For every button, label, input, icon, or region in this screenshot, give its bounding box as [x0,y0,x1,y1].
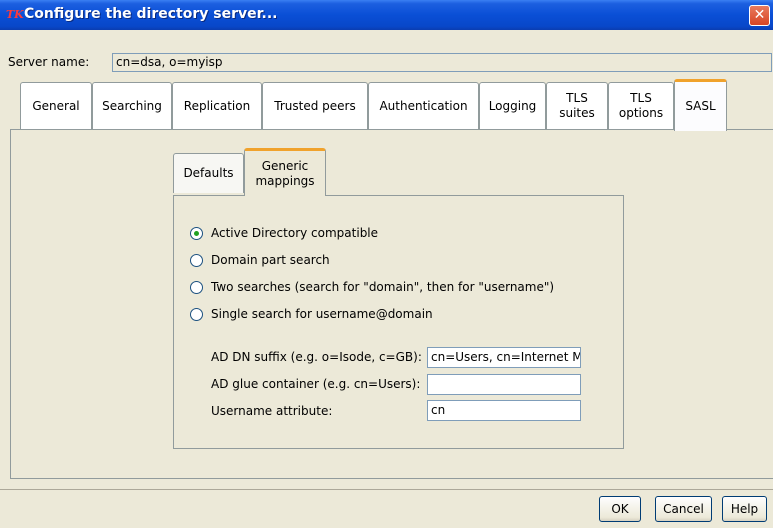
radio-button[interactable] [190,280,203,294]
subtab-defaults[interactable]: Defaults [173,153,244,193]
title-bar: TK Configure the directory server... ✕ [0,0,773,30]
tab-sasl[interactable]: SASL [674,79,727,131]
ok-button[interactable]: OK [599,496,641,522]
ad-dn-suffix-label: AD DN suffix (e.g. o=Isode, c=GB): [211,350,422,364]
app-icon: TK [6,8,24,21]
tab-label: Authentication [379,98,468,113]
radio-button[interactable] [190,253,203,267]
server-name-field[interactable]: cn=dsa, o=myisp [112,53,772,72]
server-name-row: Server name: cn=dsa, o=myisp [0,52,773,74]
ad-glue-container-label: AD glue container (e.g. cn=Users): [211,377,421,391]
close-icon[interactable]: ✕ [749,5,770,26]
radio-active-directory[interactable]: Active Directory compatible [190,224,378,242]
radio-single-search[interactable]: Single search for username@domain [190,305,433,323]
tab-authentication[interactable]: Authentication [368,82,479,129]
cancel-button[interactable]: Cancel [655,496,712,522]
radio-two-searches[interactable]: Two searches (search for "domain", then … [190,278,554,296]
tab-tls-suites[interactable]: TLS suites [546,82,608,129]
tab-tls-options[interactable]: TLS options [608,82,674,129]
tab-replication[interactable]: Replication [172,82,262,129]
tab-label: Logging [488,98,537,113]
username-attribute-input[interactable]: cn [427,400,581,421]
tab-label: General [32,98,80,113]
radio-label: Single search for username@domain [211,307,433,321]
tab-logging[interactable]: Logging [479,82,546,129]
window-title: Configure the directory server... [24,6,278,22]
ad-dn-suffix-input[interactable]: cn=Users, cn=Internet M [427,347,581,368]
subtab-generic-mappings[interactable]: Generic mappings [244,148,326,196]
subtab-label: Generic mappings [255,158,315,188]
radio-domain-part-search[interactable]: Domain part search [190,251,330,269]
tab-label: TLS suites [559,91,595,120]
radio-button[interactable] [190,226,203,240]
subtab-label: Defaults [183,166,234,180]
server-name-label: Server name: [8,55,90,69]
tab-label: Replication [183,98,251,113]
separator [0,489,773,490]
radio-button[interactable] [190,307,203,321]
tab-label: Searching [102,98,162,113]
radio-label: Two searches (search for "domain", then … [211,280,555,294]
tab-label: SASL [685,99,716,113]
tab-label: Trusted peers [274,98,356,113]
tab-trusted-peers[interactable]: Trusted peers [262,82,368,129]
username-attribute-label: Username attribute: [211,404,333,418]
ad-glue-container-input[interactable] [427,374,581,395]
tab-searching[interactable]: Searching [92,82,172,129]
help-button[interactable]: Help [722,496,767,522]
tab-label: TLS options [618,91,664,120]
radio-label: Active Directory compatible [211,226,379,240]
radio-label: Domain part search [211,253,330,267]
tab-general[interactable]: General [20,82,92,129]
